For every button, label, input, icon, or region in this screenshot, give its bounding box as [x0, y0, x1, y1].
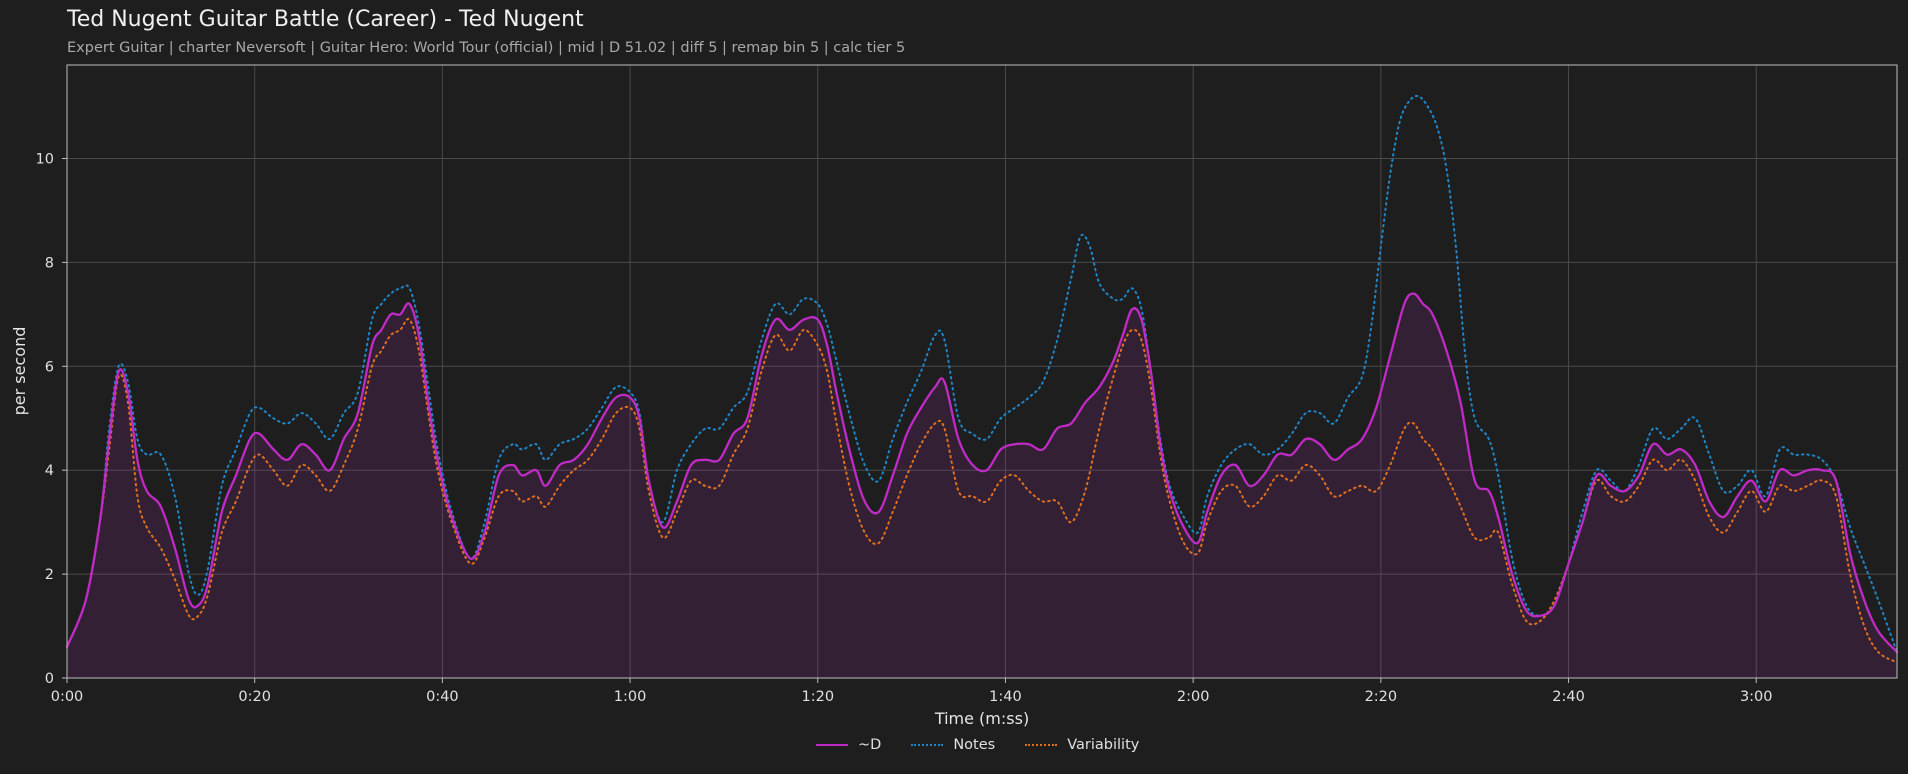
y-tick-label: 2 [45, 567, 54, 583]
legend-label-variability: Variability [1067, 737, 1140, 753]
x-tick-label: 2:40 [1552, 689, 1585, 705]
chart-legend: ~D Notes Variability [816, 737, 1169, 753]
legend-label-notes: Notes [953, 737, 996, 753]
legend-swatch-d [816, 744, 848, 746]
x-tick-label: 1:20 [801, 689, 834, 705]
legend-item-d[interactable]: ~D [816, 737, 881, 753]
series-fills [67, 293, 1897, 678]
y-tick-label: 6 [45, 359, 54, 375]
line-chart: 0:00 0:20 0:40 1:00 1:20 1:40 2:00 2:20 2:40 3:00… [10, 64, 1899, 728]
y-axis-label: per second [10, 327, 29, 416]
y-axis-ticks: 0 2 4 6 8 10 [36, 152, 67, 687]
x-tick-label: 0:20 [238, 689, 271, 705]
x-tick-label: 2:00 [1177, 689, 1210, 705]
y-tick-label: 4 [45, 463, 54, 479]
y-tick-label: 0 [45, 671, 54, 687]
legend-label-d: ~D [858, 737, 882, 753]
x-axis-label: Time (m:ss) [934, 709, 1029, 728]
legend-swatch-variability [1025, 744, 1058, 746]
x-tick-label: 1:00 [614, 689, 647, 705]
legend-item-notes[interactable]: Notes [911, 737, 995, 753]
series-fill-d [67, 293, 1897, 678]
legend-item-variability[interactable]: Variability [1025, 737, 1139, 753]
y-tick-label: 8 [45, 255, 54, 271]
x-tick-label: 0:40 [426, 689, 459, 705]
legend-swatch-notes [911, 744, 944, 746]
y-tick-label: 10 [36, 152, 54, 168]
x-tick-label: 1:40 [989, 689, 1022, 705]
x-tick-label: 0:00 [51, 689, 84, 705]
x-tick-label: 2:20 [1365, 689, 1398, 705]
x-tick-label: 3:00 [1740, 689, 1773, 705]
x-axis-ticks: 0:00 0:20 0:40 1:00 1:20 1:40 2:00 2:20 2:40 3:00 [51, 678, 1773, 705]
